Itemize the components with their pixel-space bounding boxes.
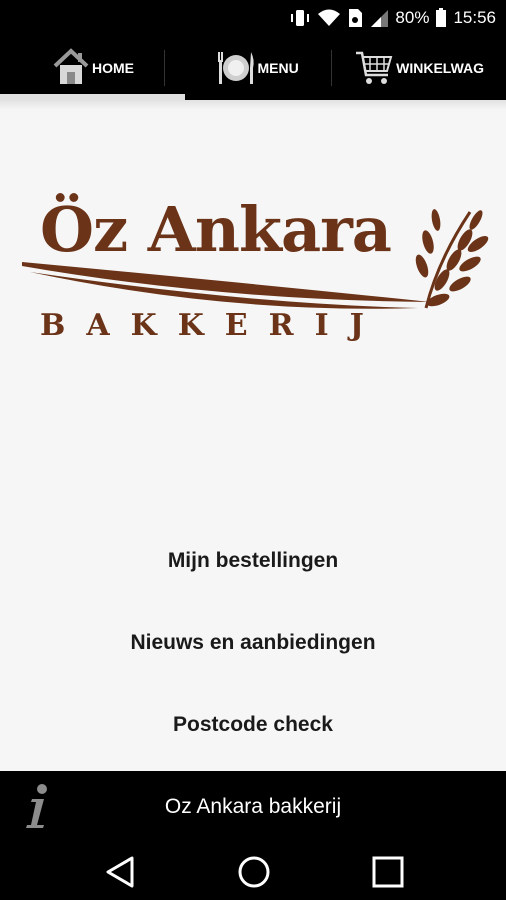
footer-bar: Oz Ankara bakkerij [0,771,506,841]
battery-icon [435,8,447,28]
status-icons: 80% 15:56 [289,0,496,36]
plate-cutlery-icon [215,48,257,91]
status-bar: 80% 15:56 [0,0,506,36]
battery-percent: 80% [395,8,430,27]
shopping-cart-icon [354,47,394,90]
logo-subtitle: BAKKERIJ [40,308,385,343]
brand-logo: Öz Ankara BAKKERIJ [18,190,490,360]
tab-menu-label: MENU [257,60,299,76]
tab-bar: HOME MENU WINKELWAG [0,36,506,100]
main-content: Öz Ankara BAKKERIJ Mijn bestellingen Nie… [0,100,506,771]
back-icon[interactable] [102,854,138,890]
home-menu-links: Mijn bestellingen Nieuws en aanbiedingen… [0,538,506,784]
tab-cart-label: WINKELWAG [396,60,485,76]
wifi-icon [317,8,341,28]
my-orders-link[interactable]: Mijn bestellingen [0,538,506,620]
vibrate-icon [289,8,311,28]
logo-title: Öz Ankara [40,193,392,266]
tab-home-label: HOME [92,60,134,76]
footer-title: Oz Ankara bakkerij [164,795,342,818]
news-offers-link[interactable]: Nieuws en aanbiedingen [0,620,506,702]
sim-icon [347,8,363,28]
home-icon [52,47,90,90]
signal-icon [369,8,389,28]
tab-home[interactable]: HOME [0,36,185,100]
tab-menu[interactable]: MENU [165,36,333,100]
status-time: 15:56 [453,8,496,27]
home-circle-icon[interactable] [236,854,272,890]
tab-cart[interactable]: WINKELWAG [332,36,506,100]
system-nav-bar [0,841,506,900]
recent-apps-icon[interactable] [370,854,406,890]
